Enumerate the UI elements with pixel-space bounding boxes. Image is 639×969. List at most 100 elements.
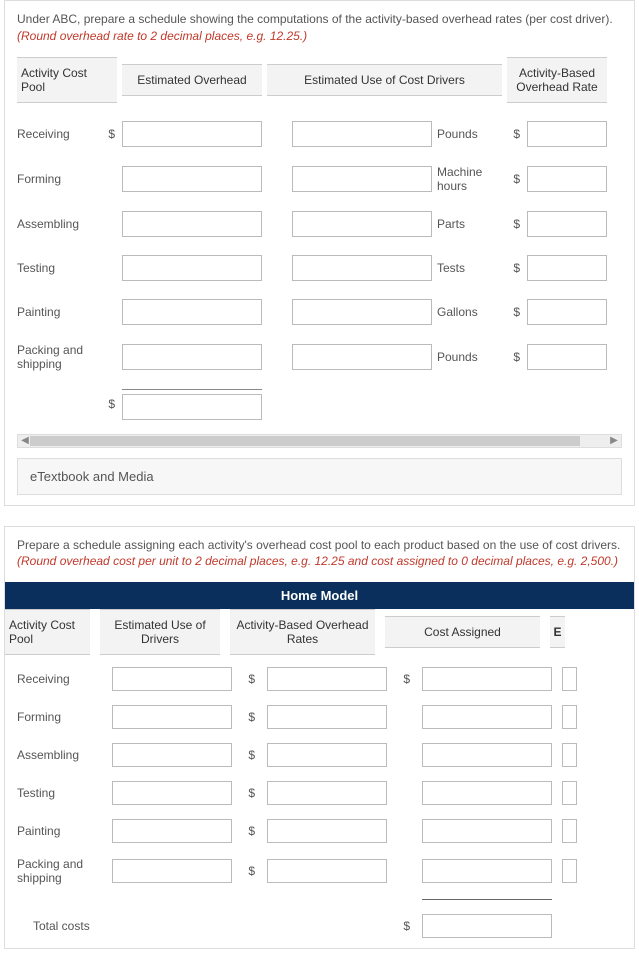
hdr2-trunc: E [550,616,565,648]
input-usage-receiving[interactable] [292,121,432,147]
dollar-sign: $ [507,217,522,231]
input-usage-assembling[interactable] [292,211,432,237]
dollar-sign: $ [242,672,257,686]
row-label: Packing and shipping [17,857,102,885]
input-rate-packing[interactable] [527,344,607,370]
section-abc-rates: Under ABC, prepare a schedule showing th… [4,0,635,506]
input-rate2-testing[interactable] [267,781,387,805]
dollar-sign: $ [507,261,522,275]
row-label: Forming [17,710,102,724]
dollar-sign: $ [242,710,257,724]
input-rate-testing[interactable] [527,255,607,281]
accordion-label: eTextbook and Media [30,469,154,484]
instruction-1-text: Under ABC, prepare a schedule showing th… [17,12,613,26]
row-label: Packing and shipping [17,343,97,371]
input-overhead-painting[interactable] [122,299,262,325]
unit-label: Pounds [437,350,502,364]
row-label: Receiving [17,127,97,141]
input-drivers-painting[interactable] [112,819,232,843]
input-usage-packing[interactable] [292,344,432,370]
input-rate2-packing[interactable] [267,859,387,883]
input-drivers-testing[interactable] [112,781,232,805]
rates-table: Activity Cost Pool Estimated Overhead Es… [17,57,622,420]
input-trunc-testing[interactable] [562,781,577,805]
input-overhead-packing[interactable] [122,344,262,370]
input-trunc-receiving[interactable] [562,667,577,691]
horizontal-scrollbar[interactable]: ◀ ▶ [17,434,622,448]
input-trunc-painting[interactable] [562,819,577,843]
total-label: Total costs [17,919,102,933]
trunc-label: E [553,625,561,639]
input-overhead-total[interactable] [122,394,262,420]
input-usage-forming[interactable] [292,166,432,192]
dollar-sign: $ [242,786,257,800]
unit-label: Gallons [437,305,502,319]
input-trunc-assembling[interactable] [562,743,577,767]
input-drivers-assembling[interactable] [112,743,232,767]
input-overhead-forming[interactable] [122,166,262,192]
input-rate-assembling[interactable] [527,211,607,237]
hdr2-rates: Activity-Based Overhead Rates [230,609,375,655]
scroll-thumb[interactable] [30,436,580,446]
header-row-2: Activity Cost Pool Estimated Use of Driv… [5,609,634,655]
hdr2-drivers: Estimated Use of Drivers [100,609,220,655]
input-rate2-painting[interactable] [267,819,387,843]
row-label: Receiving [17,672,102,686]
input-rate2-forming[interactable] [267,705,387,729]
dollar-sign: $ [507,127,522,141]
dollar-sign: $ [397,919,412,933]
row-label: Forming [17,172,97,186]
input-overhead-testing[interactable] [122,255,262,281]
instruction-2: Prepare a schedule assigning each activi… [17,537,622,571]
input-rate2-receiving[interactable] [267,667,387,691]
dollar-sign: $ [507,305,522,319]
row-label: Assembling [17,748,102,762]
section-assign-costs: Prepare a schedule assigning each activi… [4,526,635,950]
dollar-sign: $ [242,748,257,762]
row-label: Testing [17,786,102,800]
input-rate-receiving[interactable] [527,121,607,147]
input-usage-testing[interactable] [292,255,432,281]
input-assigned-packing[interactable] [422,859,552,883]
input-assigned-painting[interactable] [422,819,552,843]
input-trunc-forming[interactable] [562,705,577,729]
dollar-sign: $ [102,127,117,141]
unit-label: Machine hours [437,165,502,193]
hdr-overhead: Estimated Overhead [122,64,262,96]
row-label: Testing [17,261,97,275]
unit-label: Parts [437,217,502,231]
input-overhead-receiving[interactable] [122,121,262,147]
group-header-home-model: Home Model [5,582,634,609]
input-usage-painting[interactable] [292,299,432,325]
input-drivers-forming[interactable] [112,705,232,729]
input-assigned-receiving[interactable] [422,667,552,691]
input-rate-painting[interactable] [527,299,607,325]
input-drivers-receiving[interactable] [112,667,232,691]
input-assigned-assembling[interactable] [422,743,552,767]
unit-label: Tests [437,261,502,275]
dollar-sign: $ [397,672,412,686]
hdr-rate: Activity-Based Overhead Rate [507,57,607,103]
row-label: Painting [17,824,102,838]
row-label: Assembling [17,217,97,231]
input-assigned-forming[interactable] [422,705,552,729]
instruction-1: Under ABC, prepare a schedule showing th… [17,11,622,45]
input-assigned-testing[interactable] [422,781,552,805]
input-drivers-packing[interactable] [112,859,232,883]
assign-table: Receiving $ $ Forming $ Assembling $ Tes… [17,667,622,938]
input-overhead-assembling[interactable] [122,211,262,237]
input-rate-forming[interactable] [527,166,607,192]
input-assigned-total[interactable] [422,914,552,938]
input-rate2-assembling[interactable] [267,743,387,767]
scroll-right-icon[interactable]: ▶ [607,435,621,447]
dollar-sign: $ [507,350,522,364]
instruction-1-red: (Round overhead rate to 2 decimal places… [17,29,307,43]
instruction-2-red: (Round overhead cost per unit to 2 decim… [17,554,618,568]
dollar-sign: $ [242,864,257,878]
hdr-usage: Estimated Use of Cost Drivers [267,64,502,96]
dollar-sign: $ [242,824,257,838]
etextbook-accordion[interactable]: eTextbook and Media [17,458,622,495]
row-label: Painting [17,305,97,319]
hdr2-pool: Activity Cost Pool [5,609,90,655]
input-trunc-packing[interactable] [562,859,577,883]
